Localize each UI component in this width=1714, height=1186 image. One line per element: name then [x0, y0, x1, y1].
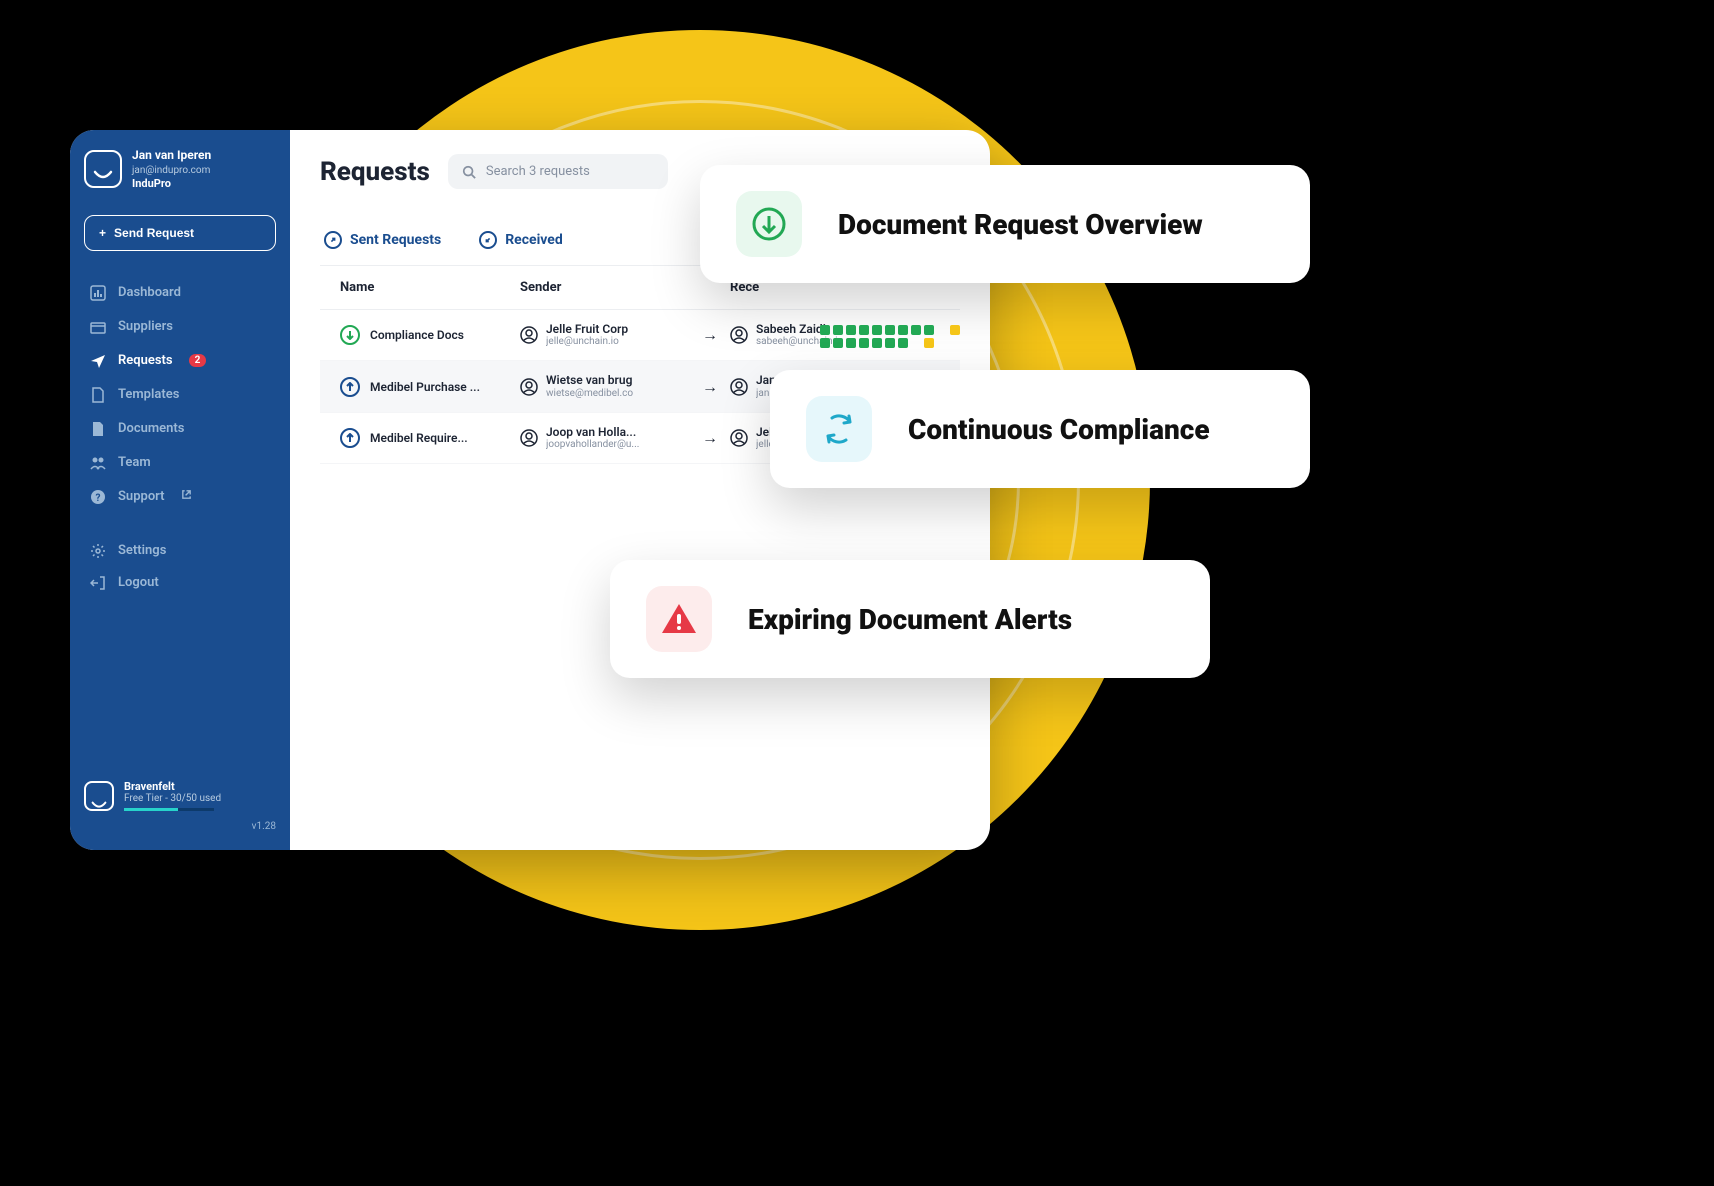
search-placeholder: Search 3 requests [486, 164, 590, 179]
feature-title: Document Request Overview [838, 208, 1203, 241]
sidebar-item-logout[interactable]: Logout [84, 567, 276, 599]
request-name: Medibel Require... [370, 431, 468, 445]
sidebar-item-support[interactable]: ? Support [84, 481, 276, 513]
requests-badge: 2 [189, 354, 207, 367]
sidebar-item-label: Logout [118, 575, 159, 590]
sidebar-item-label: Suppliers [118, 319, 173, 334]
sender-email: jelle@unchain.io [546, 336, 628, 348]
send-icon [90, 353, 106, 369]
logout-icon [90, 575, 106, 591]
request-name: Medibel Purchase ... [370, 380, 480, 394]
sidebar-item-documents[interactable]: Documents [84, 413, 276, 445]
send-request-label: Send Request [114, 226, 194, 240]
alert-triangle-icon [646, 586, 712, 652]
box-icon [90, 319, 106, 335]
sidebar-item-suppliers[interactable]: Suppliers [84, 311, 276, 343]
sidebar-item-team[interactable]: Team [84, 447, 276, 479]
col-name: Name [340, 280, 520, 295]
profile-email: jan@indupro.com [132, 164, 211, 177]
sidebar-item-dashboard[interactable]: Dashboard [84, 277, 276, 309]
person-icon [520, 429, 538, 447]
sidebar: Jan van Iperen jan@indupro.com InduPro +… [70, 130, 290, 850]
feature-card-overview: Document Request Overview [700, 165, 1310, 283]
arrow-up-icon [340, 377, 360, 397]
profile-company: InduPro [132, 177, 211, 191]
app-logo-icon [84, 150, 122, 188]
feature-card-compliance: Continuous Compliance [770, 370, 1310, 488]
request-name: Compliance Docs [370, 328, 464, 342]
person-icon [730, 378, 748, 396]
document-icon [90, 421, 106, 437]
person-icon [730, 326, 748, 344]
tier-block[interactable]: Bravenfelt Free Tier - 30/50 used [84, 780, 276, 811]
plus-icon: + [99, 226, 106, 240]
sidebar-item-label: Dashboard [118, 285, 181, 300]
tab-received[interactable]: Received [475, 223, 567, 257]
arrow-down-icon [340, 325, 360, 345]
arrow-right-icon: → [690, 325, 730, 345]
feature-card-alerts: Expiring Document Alerts [610, 560, 1210, 678]
feature-title: Expiring Document Alerts [748, 603, 1072, 636]
sidebar-item-settings[interactable]: Settings [84, 535, 276, 567]
arrow-right-icon: → [690, 428, 730, 448]
sender-name: Jelle Fruit Corp [546, 322, 628, 336]
sender-email: joopvahollander@u... [546, 439, 639, 451]
sender-name: Joop van Holla... [546, 425, 639, 439]
tab-label: Received [505, 232, 563, 248]
page-title: Requests [320, 157, 430, 187]
send-request-button[interactable]: + Send Request [84, 215, 276, 251]
external-link-icon [181, 489, 192, 504]
sidebar-item-templates[interactable]: Templates [84, 379, 276, 411]
sidebar-item-label: Settings [118, 543, 166, 558]
sidebar-item-label: Team [118, 455, 151, 470]
team-icon [90, 455, 106, 471]
sidebar-item-requests[interactable]: Requests 2 [84, 345, 276, 377]
chart-icon [90, 285, 106, 301]
sidebar-item-label: Templates [118, 387, 179, 402]
arrow-right-icon: → [690, 377, 730, 397]
search-input[interactable]: Search 3 requests [448, 154, 668, 189]
arrow-up-icon [340, 428, 360, 448]
profile-name: Jan van Iperen [132, 148, 211, 164]
sidebar-item-label: Support [118, 489, 165, 504]
gear-icon [90, 543, 106, 559]
search-icon [462, 165, 476, 179]
col-sender: Sender [520, 280, 690, 295]
tier-name: Bravenfelt [124, 780, 221, 793]
arrow-down-left-icon [479, 231, 497, 249]
file-icon [90, 387, 106, 403]
tier-usage-bar [124, 808, 214, 811]
feature-title: Continuous Compliance [908, 413, 1210, 446]
help-icon: ? [90, 489, 106, 505]
sender-name: Wietse van brug [546, 373, 633, 387]
svg-text:?: ? [96, 493, 101, 504]
sidebar-item-label: Requests [118, 353, 173, 368]
download-circle-icon [736, 191, 802, 257]
person-icon [520, 378, 538, 396]
profile-block[interactable]: Jan van Iperen jan@indupro.com InduPro [84, 148, 276, 191]
sidebar-item-label: Documents [118, 421, 184, 436]
version-label: v1.28 [84, 821, 276, 832]
compliance-progress-dots [820, 325, 960, 348]
tab-sent-requests[interactable]: Sent Requests [320, 223, 445, 257]
refresh-cycle-icon [806, 396, 872, 462]
tab-label: Sent Requests [350, 232, 441, 248]
person-icon [520, 326, 538, 344]
sender-email: wietse@medibel.co [546, 388, 633, 400]
tier-sub: Free Tier - 30/50 used [124, 793, 221, 804]
company-logo-icon [84, 781, 114, 811]
person-icon [730, 429, 748, 447]
arrow-up-right-icon [324, 231, 342, 249]
